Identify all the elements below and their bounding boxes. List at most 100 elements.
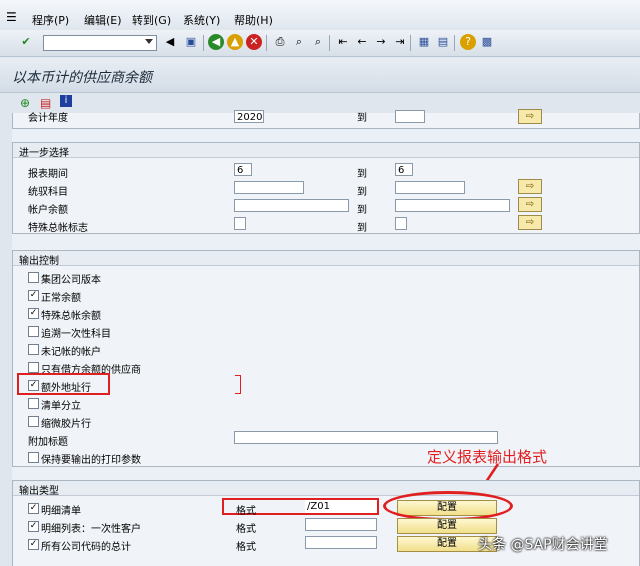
find-icon[interactable]: ⌕ [291, 34, 307, 50]
menu-goto[interactable]: 转到(G) [132, 12, 171, 28]
special-gl-to-input[interactable] [395, 217, 407, 230]
fiscal-year-label: 会计年度 [28, 113, 68, 124]
fiscal-year-to-label: 到 [357, 113, 367, 124]
prev-page-icon[interactable]: ← [354, 34, 370, 50]
further-selection-frame: 进一步选择 报表期间 6 到 6 统驭科目 到 ⇨ 帐户余额 到 ⇨ 特殊总帐标… [12, 142, 640, 234]
special-gl-multiselect-button[interactable]: ⇨ [518, 215, 542, 230]
next-page-icon[interactable]: → [373, 34, 389, 50]
reporting-period-to-input[interactable]: 6 [395, 163, 413, 176]
output-control-frame: 输出控制 集团公司版本 ✓ 正常余额 ✓ 特殊总帐余额 追溯一次性科目 未记帐的… [12, 250, 640, 467]
back-collapse-icon[interactable]: ◀ [162, 34, 178, 50]
last-page-icon[interactable]: ⇥ [392, 34, 408, 50]
menu-program[interactable]: 程序(P) [32, 12, 69, 28]
recon-account-from-input[interactable] [234, 181, 304, 194]
detail-list-format-label: 格式 [236, 506, 256, 517]
account-balance-multiselect-button[interactable]: ⇨ [518, 197, 542, 212]
watermark-text: 头条 @SAP财会讲堂 [478, 537, 608, 553]
option-normal-balance-label: 正常余额 [41, 293, 81, 304]
menu-edit[interactable]: 编辑(E) [84, 12, 122, 28]
cancel-icon[interactable]: ✕ [246, 34, 262, 50]
first-page-icon[interactable]: ⇤ [335, 34, 351, 50]
one-time-customer-format-label: 格式 [236, 524, 256, 535]
execute-icon[interactable]: ⊕ [20, 96, 30, 110]
one-time-customer-checkbox[interactable]: ✓ [28, 521, 39, 532]
toolbar-separator [410, 35, 411, 51]
option-split-list-checkbox[interactable] [28, 398, 39, 409]
all-company-codes-format-label: 格式 [236, 542, 256, 553]
option-debit-only-checkbox[interactable] [28, 362, 39, 373]
detail-list-format-input[interactable]: /Z01 [305, 500, 377, 513]
recon-account-multiselect-button[interactable]: ⇨ [518, 179, 542, 194]
account-balance-from-input[interactable] [234, 199, 349, 212]
toolbar-separator [203, 35, 204, 51]
one-time-customer-format-input[interactable] [305, 518, 377, 531]
title-bar: 以本币计的供应商余额 [0, 58, 640, 93]
fiscal-year-input[interactable]: 2020 [234, 110, 264, 123]
option-one-time-account-checkbox[interactable] [28, 326, 39, 337]
toolbar-separator [454, 35, 455, 51]
toolbar-separator [329, 35, 330, 51]
detail-list-label: 明细清单 [41, 506, 81, 517]
system-menu-icon[interactable]: ☰ [6, 10, 17, 24]
account-balance-to-label: 到 [357, 205, 367, 216]
recon-account-to-input[interactable] [395, 181, 465, 194]
reporting-period-to-label: 到 [357, 169, 367, 180]
print-icon[interactable]: ⎙ [272, 34, 288, 50]
find-next-icon[interactable]: ⌕ [310, 34, 326, 50]
additional-title-label: 附加标题 [28, 437, 68, 448]
account-balance-to-input[interactable] [395, 199, 510, 212]
all-company-codes-format-input[interactable] [305, 536, 377, 549]
back-icon[interactable]: ◀ [208, 34, 224, 50]
all-company-codes-checkbox[interactable]: ✓ [28, 539, 39, 550]
reporting-period-label: 报表期间 [28, 169, 68, 180]
option-one-time-account-label: 追溯一次性科目 [41, 329, 111, 340]
check-icon[interactable]: ✔ [18, 34, 34, 50]
extra-address-highlight [17, 373, 110, 395]
output-type-title: 输出类型 [19, 486, 59, 497]
menu-system[interactable]: 系统(Y) [183, 12, 220, 28]
special-gl-to-label: 到 [357, 223, 367, 234]
reporting-period-from-value: 6 [237, 165, 244, 176]
option-special-gl-balance-label: 特殊总帐余额 [41, 311, 101, 322]
command-field[interactable] [43, 35, 157, 51]
shortcut-icon[interactable]: ▤ [435, 34, 451, 50]
one-time-customer-label: 明细列表：一次性客户 [41, 524, 141, 535]
save-icon[interactable]: ▣ [183, 34, 199, 50]
keep-print-params-label: 保持要输出的打印参数 [41, 455, 141, 466]
output-control-title: 输出控制 [19, 256, 59, 267]
option-group-version-checkbox[interactable] [28, 272, 39, 283]
info-icon[interactable]: i [60, 95, 72, 107]
output-control-header: 输出控制 [13, 251, 639, 267]
keep-print-params-checkbox[interactable] [28, 452, 39, 463]
option-unposted-accounts-checkbox[interactable] [28, 344, 39, 355]
further-selection-title: 进一步选择 [19, 148, 69, 159]
layout-icon[interactable]: ▩ [479, 34, 495, 50]
menu-help[interactable]: 帮助(H) [234, 12, 273, 28]
special-gl-label: 特殊总帐标志 [28, 223, 88, 234]
option-normal-balance-checkbox[interactable]: ✓ [28, 290, 39, 301]
exit-icon[interactable]: ▲ [227, 34, 243, 50]
create-session-icon[interactable]: ▦ [416, 34, 432, 50]
account-balance-label: 帐户余额 [28, 205, 68, 216]
fiscal-year-to-input[interactable] [395, 110, 425, 123]
reporting-period-from-input[interactable]: 6 [234, 163, 252, 176]
menu-bar: ☰ 程序(P) 编辑(E) 转到(G) 系统(Y) 帮助(H) [0, 0, 640, 30]
all-company-codes-label: 所有公司代码的总计 [41, 542, 131, 553]
option-group-version-label: 集团公司版本 [41, 275, 101, 286]
one-time-customer-config-button[interactable]: 配置 [397, 518, 497, 534]
special-gl-from-input[interactable] [234, 217, 246, 230]
recon-account-label: 统驭科目 [28, 187, 68, 198]
option-microfiche-checkbox[interactable] [28, 416, 39, 427]
help-icon[interactable]: ? [460, 34, 476, 50]
option-special-gl-balance-checkbox[interactable]: ✓ [28, 308, 39, 319]
variants-icon[interactable]: ▤ [40, 96, 51, 110]
recon-account-to-label: 到 [357, 187, 367, 198]
command-dropdown-icon[interactable] [145, 39, 153, 44]
multiple-selection-button[interactable]: ⇨ [518, 109, 542, 124]
detail-list-checkbox[interactable]: ✓ [28, 503, 39, 514]
option-split-list-label: 清单分立 [41, 401, 81, 412]
additional-title-input[interactable] [234, 431, 498, 444]
application-toolbar: ⊕ ▤ i [0, 93, 640, 113]
page-title: 以本币计的供应商余额 [12, 70, 152, 86]
red-bracket-mark [235, 375, 241, 394]
